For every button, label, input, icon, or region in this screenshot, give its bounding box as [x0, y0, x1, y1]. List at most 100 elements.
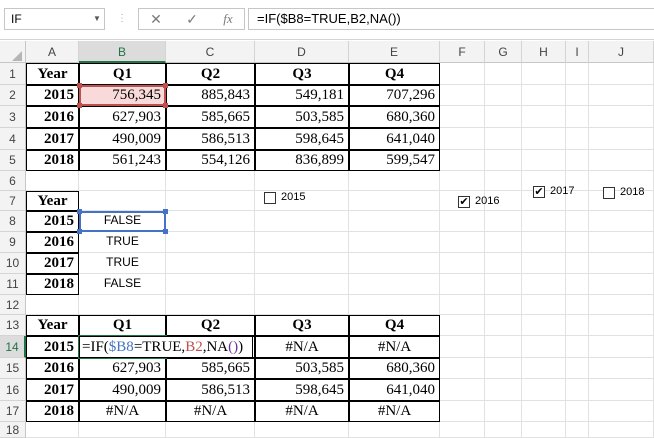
value-cell[interactable]: 586,513: [166, 379, 255, 401]
na-cell[interactable]: #N/A: [255, 401, 349, 422]
row-header-8[interactable]: 8: [0, 211, 26, 232]
table3-header-cell[interactable]: Q2: [166, 315, 255, 336]
year-cell[interactable]: 2015: [26, 336, 79, 358]
row-header-3[interactable]: 3: [0, 106, 26, 128]
table1-header-cell[interactable]: Q3: [255, 63, 349, 85]
na-cell[interactable]: #N/A: [255, 336, 349, 358]
row-header-13[interactable]: 13: [0, 315, 26, 336]
na-cell[interactable]: #N/A: [349, 401, 440, 422]
row-header-4[interactable]: 4: [0, 128, 26, 150]
value-cell[interactable]: 641,040: [349, 128, 440, 150]
row-header-16[interactable]: 16: [0, 379, 26, 401]
table3-header-cell[interactable]: Q3: [255, 315, 349, 336]
value-cell[interactable]: 627,903: [79, 358, 166, 379]
row-header-5[interactable]: 5: [0, 150, 26, 171]
value-cell[interactable]: 490,009: [79, 128, 166, 150]
checkbox-2015[interactable]: [264, 192, 276, 204]
checkbox-link-cell[interactable]: TRUE: [79, 253, 166, 274]
value-cell[interactable]: 503,585: [255, 106, 349, 128]
column-header-d[interactable]: D: [255, 41, 349, 63]
enter-icon[interactable]: ✓: [181, 9, 203, 29]
table3-header-cell[interactable]: Q4: [349, 315, 440, 336]
value-cell[interactable]: 554,126: [166, 150, 255, 171]
year-cell[interactable]: 2016: [26, 106, 79, 128]
value-cell[interactable]: 561,243: [79, 150, 166, 171]
year-cell[interactable]: 2017: [26, 253, 79, 274]
value-cell[interactable]: 641,040: [349, 379, 440, 401]
value-cell[interactable]: 503,585: [255, 358, 349, 379]
table3-header-cell[interactable]: Q1: [79, 315, 166, 336]
value-cell[interactable]: 599,547: [349, 150, 440, 171]
row-header-9[interactable]: 9: [0, 232, 26, 253]
table1-header-cell[interactable]: Q4: [349, 63, 440, 85]
na-cell[interactable]: #N/A: [79, 401, 166, 422]
row-header-10[interactable]: 10: [0, 253, 26, 274]
year-cell[interactable]: 2018: [26, 401, 79, 422]
checkbox-2017[interactable]: ✔: [533, 186, 545, 198]
value-cell[interactable]: 680,360: [349, 358, 440, 379]
formula-input[interactable]: =IF($B8=TRUE,B2,NA()): [248, 8, 654, 30]
row-header-12[interactable]: 12: [0, 295, 26, 315]
column-header-a[interactable]: A: [26, 41, 79, 63]
edit-cell-formula[interactable]: =IF($B8=TRUE,B2,NA()): [79, 336, 253, 358]
column-header-i[interactable]: I: [566, 41, 589, 63]
cancel-icon[interactable]: ✕: [145, 9, 167, 29]
na-cell[interactable]: #N/A: [349, 336, 440, 358]
formula-token: =TRUE,: [133, 339, 186, 355]
value-cell[interactable]: 549,181: [255, 85, 349, 106]
table1-header-cell[interactable]: Q1: [79, 63, 166, 85]
row-header-11[interactable]: 11: [0, 274, 26, 295]
year-cell[interactable]: 2017: [26, 379, 79, 401]
column-header-c[interactable]: C: [166, 41, 255, 63]
value-cell[interactable]: 598,645: [255, 128, 349, 150]
column-header-h[interactable]: H: [522, 41, 566, 63]
checkbox-2016[interactable]: ✔: [458, 196, 470, 208]
table1-header-cell[interactable]: Year: [26, 63, 79, 85]
table3-header-cell[interactable]: Year: [26, 315, 79, 336]
table2-header-cell[interactable]: Year: [26, 191, 79, 211]
value-cell[interactable]: 680,360: [349, 106, 440, 128]
row-header-6[interactable]: 6: [0, 171, 26, 191]
value-cell[interactable]: 707,296: [349, 85, 440, 106]
value-cell[interactable]: 885,843: [166, 85, 255, 106]
column-header-f[interactable]: F: [440, 41, 485, 63]
checkbox-label: 2018: [620, 186, 645, 198]
row-header-15[interactable]: 15: [0, 358, 26, 379]
value-cell[interactable]: 836,899: [255, 150, 349, 171]
checkbox-link-cell[interactable]: FALSE: [79, 274, 166, 295]
year-cell[interactable]: 2016: [26, 358, 79, 379]
year-cell[interactable]: 2018: [26, 150, 79, 171]
column-header-b[interactable]: B: [79, 41, 166, 63]
checkbox-label: 2015: [281, 191, 306, 203]
row-header-1[interactable]: 1: [0, 63, 26, 85]
row-header-18[interactable]: 18: [0, 422, 26, 438]
value-cell[interactable]: 627,903: [79, 106, 166, 128]
table1-header-cell[interactable]: Q2: [166, 63, 255, 85]
row-header-17[interactable]: 17: [0, 401, 26, 422]
year-cell[interactable]: 2016: [26, 232, 79, 253]
column-header-j[interactable]: J: [589, 41, 654, 63]
row-header-7[interactable]: 7: [0, 191, 26, 211]
column-header-e[interactable]: E: [349, 41, 440, 63]
row-header-2[interactable]: 2: [0, 85, 26, 106]
gridline: [521, 63, 522, 438]
formula-buttons: ✕ ✓ fx: [138, 8, 245, 30]
checkbox-link-cell[interactable]: TRUE: [79, 232, 166, 253]
value-cell[interactable]: 585,665: [166, 358, 255, 379]
year-cell[interactable]: 2015: [26, 211, 79, 232]
value-cell[interactable]: 585,665: [166, 106, 255, 128]
year-cell[interactable]: 2017: [26, 128, 79, 150]
na-cell[interactable]: #N/A: [166, 401, 255, 422]
insert-function-button[interactable]: fx: [217, 9, 239, 29]
chevron-down-icon[interactable]: ▼: [89, 8, 105, 30]
row-header-14[interactable]: 14: [0, 336, 26, 358]
year-cell[interactable]: 2015: [26, 85, 79, 106]
year-cell[interactable]: 2018: [26, 274, 79, 295]
checkbox-2018[interactable]: [603, 187, 615, 199]
value-cell[interactable]: 586,513: [166, 128, 255, 150]
formula-token: ,NA: [202, 339, 229, 355]
value-cell[interactable]: 598,645: [255, 379, 349, 401]
column-header-g[interactable]: G: [485, 41, 522, 63]
reference-highlight-b2: [79, 85, 166, 106]
value-cell[interactable]: 490,009: [79, 379, 166, 401]
